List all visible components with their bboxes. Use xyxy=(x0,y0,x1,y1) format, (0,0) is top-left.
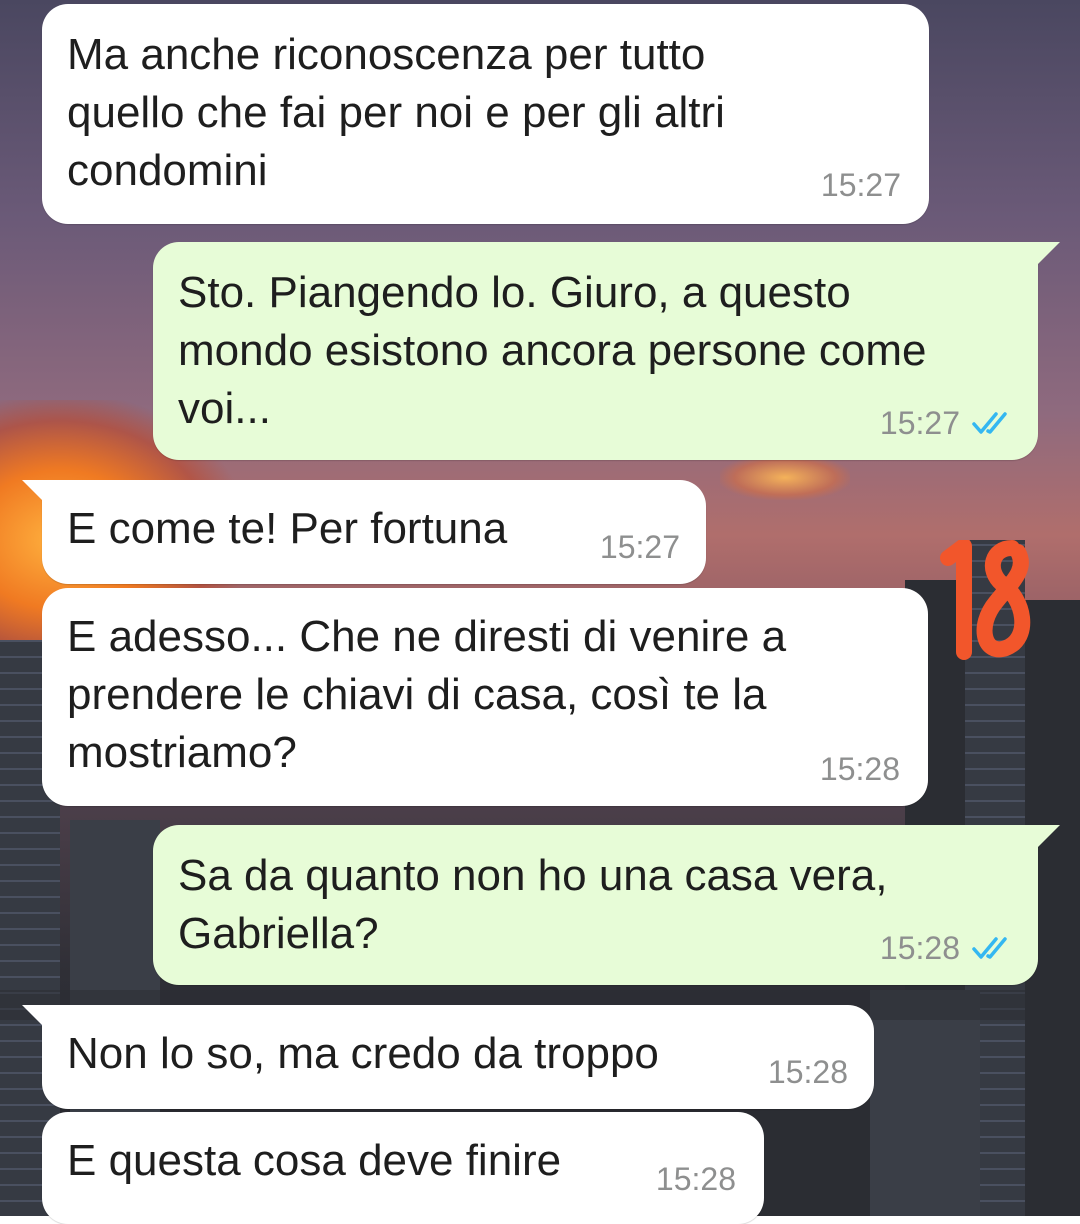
bubble-tail xyxy=(22,1005,42,1025)
message-text: E questa cosa deve finire xyxy=(67,1136,562,1185)
city-building xyxy=(870,990,980,1216)
message-bubble-outgoing[interactable]: Sa da quanto non ho una casa vera, Gabri… xyxy=(153,825,1060,985)
message-text: E come te! Per fortuna xyxy=(67,504,508,553)
message-time: 15:28 xyxy=(655,1161,736,1197)
message-bubble-incoming[interactable]: Non lo so, ma credo da troppo 15:28 xyxy=(22,1005,874,1109)
message-bubble-outgoing[interactable]: Sto. Piangendo lo. Giuro, a questo mondo… xyxy=(153,242,1060,460)
message-bubble-incoming[interactable]: Ma anche riconoscenza per tutto quello c… xyxy=(42,4,929,224)
city-building xyxy=(760,1100,870,1216)
message-time: 15:28 xyxy=(819,751,900,787)
message-text: Non lo so, ma credo da troppo xyxy=(67,1029,659,1078)
message-meta: 15:27 xyxy=(821,166,901,204)
message-text: Sa da quanto non ho una casa vera, Gabri… xyxy=(178,851,888,958)
message-text: Ma anche riconoscenza per tutto quello c… xyxy=(67,30,725,195)
sunset-cloud xyxy=(720,455,850,500)
bubble-tail xyxy=(22,480,42,500)
message-meta: 15:28 xyxy=(820,750,900,788)
bubble-tail xyxy=(1038,825,1060,847)
bubble-tail xyxy=(1038,242,1060,264)
message-time: 15:28 xyxy=(767,1054,848,1090)
message-time: 15:27 xyxy=(879,405,960,441)
message-time: 15:28 xyxy=(879,930,960,966)
message-meta: 15:28 xyxy=(768,1053,848,1091)
double-check-read-icon xyxy=(972,937,1007,959)
message-time: 15:27 xyxy=(820,167,901,203)
message-bubble-incoming[interactable]: E come te! Per fortuna 15:27 xyxy=(22,480,706,584)
message-meta: 15:28 xyxy=(880,929,1016,967)
message-time: 15:27 xyxy=(599,529,680,565)
message-text: E adesso... Che ne diresti di venire a p… xyxy=(67,612,787,777)
message-meta: 15:27 xyxy=(600,528,680,566)
message-meta: 15:27 xyxy=(880,404,1016,442)
sticker-18 xyxy=(940,540,1031,660)
message-bubble-incoming[interactable]: E adesso... Che ne diresti di venire a p… xyxy=(42,588,928,806)
double-check-read-icon xyxy=(972,412,1007,434)
message-meta: 15:28 xyxy=(656,1160,736,1198)
message-bubble-incoming[interactable]: E questa cosa deve finire 15:28 xyxy=(42,1112,764,1224)
message-text: Sto. Piangendo lo. Giuro, a questo mondo… xyxy=(178,268,927,433)
